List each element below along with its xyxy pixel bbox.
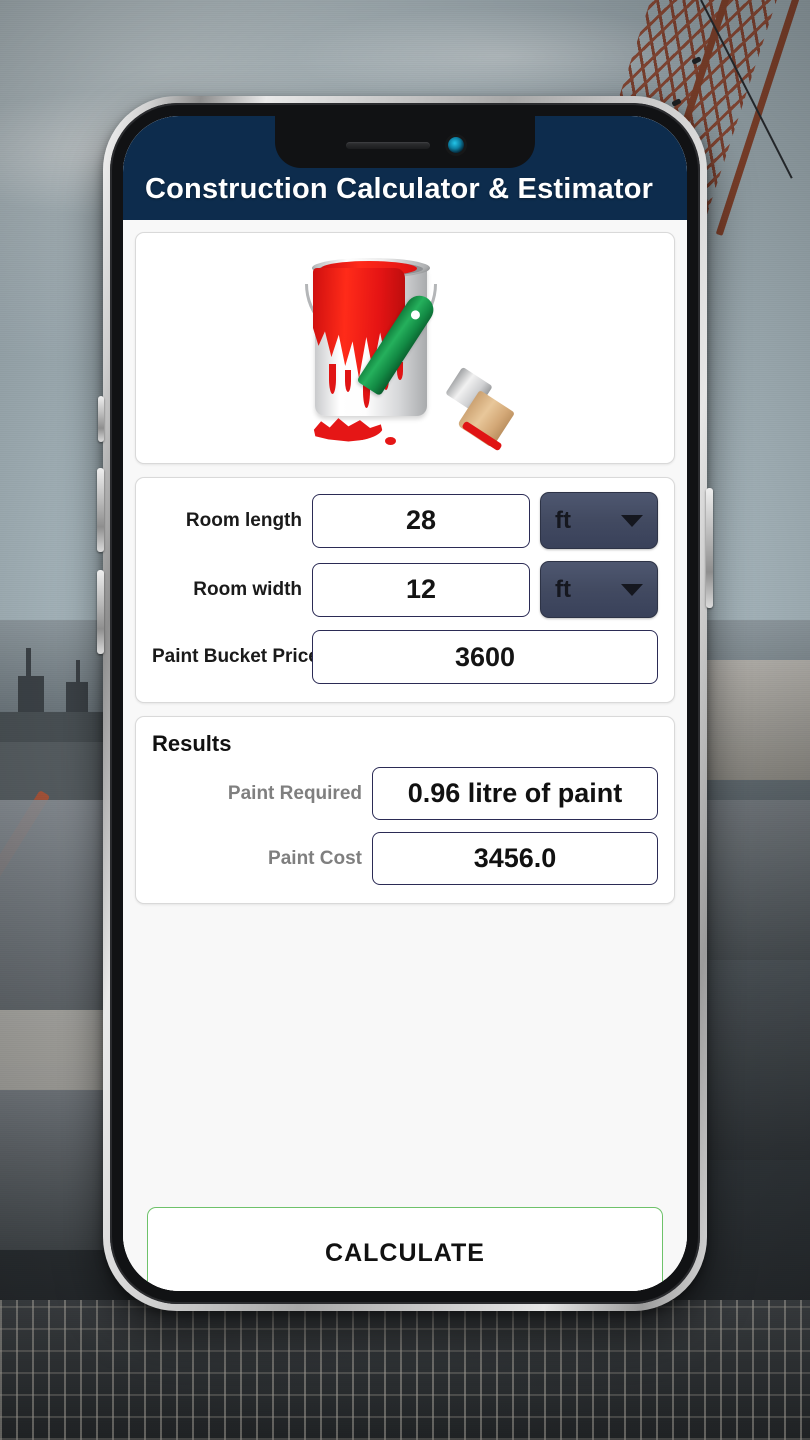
paint-bucket-price-label: Paint Bucket Price (152, 646, 319, 667)
paint-cost-value: 3456.0 (372, 832, 658, 885)
phone-notch (275, 116, 535, 168)
paint-bucket-icon (285, 246, 525, 451)
row-paint-cost: Paint Cost 3456.0 (152, 832, 658, 885)
results-card: Results Paint Required 0.96 litre of pai… (135, 716, 675, 904)
room-length-label: Room length (185, 509, 302, 531)
row-room-length: Room length 28 ft (152, 492, 658, 549)
front-camera-icon (448, 137, 464, 153)
paint-required-value: 0.96 litre of paint (372, 767, 658, 820)
room-width-unit-select[interactable]: ft (540, 561, 658, 618)
paint-bucket-price-input[interactable]: 3600 (312, 630, 658, 684)
hero-image-card (135, 232, 675, 464)
row-room-width: Room width 12 ft (152, 561, 658, 618)
row-paint-bucket-price: Paint Bucket Price 3600 (152, 630, 658, 684)
row-paint-required: Paint Required 0.96 litre of paint (152, 767, 658, 820)
results-heading: Results (152, 731, 232, 756)
phone-device: Construction Calculator & Estimator Room… (97, 96, 713, 1311)
volume-down-button[interactable] (97, 570, 104, 654)
app-content: Room length 28 ft Room width 12 ft Paint… (123, 220, 687, 1291)
room-width-label: Room width (193, 578, 302, 600)
earpiece-speaker-icon (346, 141, 430, 149)
paint-cost-label: Paint Cost (268, 847, 362, 869)
chevron-down-icon (621, 514, 643, 527)
calculate-button-wrap: CALCULATE (135, 1207, 675, 1291)
calculate-button[interactable]: CALCULATE (147, 1207, 663, 1291)
room-length-input[interactable]: 28 (312, 493, 530, 548)
app-root: Construction Calculator & Estimator Room… (123, 116, 687, 1291)
room-width-input[interactable]: 12 (312, 562, 530, 617)
page-title: Construction Calculator & Estimator (145, 173, 654, 205)
inputs-card: Room length 28 ft Room width 12 ft Paint… (135, 477, 675, 703)
silent-switch-button[interactable] (98, 396, 104, 442)
phone-bezel: Construction Calculator & Estimator Room… (110, 103, 700, 1304)
chevron-down-icon (621, 583, 643, 596)
volume-up-button[interactable] (97, 468, 104, 552)
phone-screen: Construction Calculator & Estimator Room… (123, 116, 687, 1291)
room-length-unit-value: ft (555, 506, 571, 534)
room-width-unit-value: ft (555, 575, 571, 603)
power-button[interactable] (706, 488, 713, 608)
paint-required-label: Paint Required (227, 782, 362, 804)
room-length-unit-select[interactable]: ft (540, 492, 658, 549)
